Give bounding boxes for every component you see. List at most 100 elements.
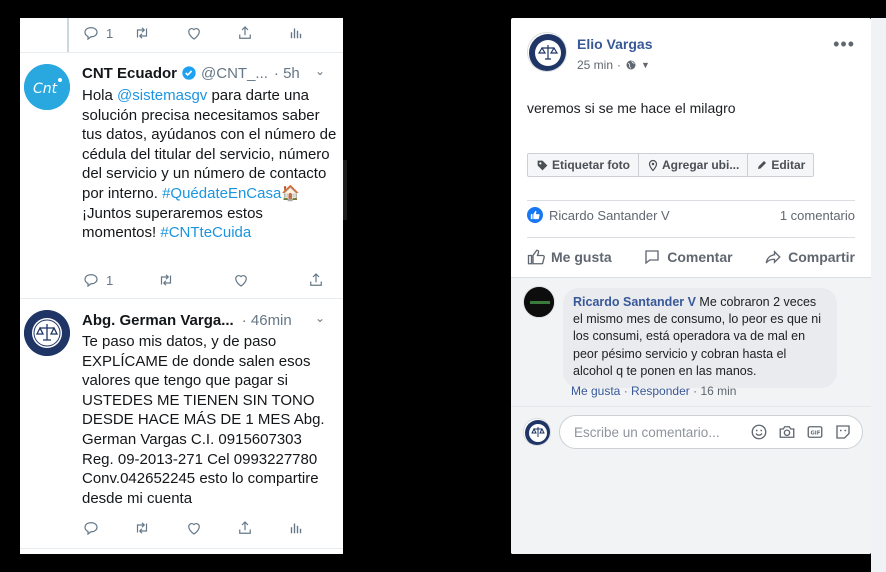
tweet-handle[interactable]: @CNT_... <box>201 65 268 82</box>
divider <box>527 237 855 238</box>
tweet-body: Te paso mis datos, y de paso EXPLÍCAME d… <box>82 333 325 507</box>
share-button[interactable] <box>236 24 276 42</box>
tweet-actions-top: 1 <box>82 22 327 44</box>
svg-text:GIF: GIF <box>811 431 821 437</box>
caret-down-icon[interactable]: ▼ <box>641 60 650 70</box>
retweet-icon <box>137 27 148 39</box>
thread-line <box>67 18 69 52</box>
share-arrow-icon <box>765 250 781 264</box>
reactions-summary[interactable]: Ricardo Santander V <box>527 207 670 223</box>
tweet-author-name[interactable]: Abg. German Varga... <box>82 312 234 329</box>
reply-button[interactable] <box>82 519 122 537</box>
tag-photo-button[interactable]: Etiquetar foto <box>528 154 639 176</box>
house-emoji-icon: 🏠 <box>281 184 301 202</box>
retweet-button[interactable] <box>133 519 173 537</box>
lawyer-avatar[interactable] <box>24 310 70 356</box>
hashtag-link[interactable]: #CNTteCuida <box>160 224 251 241</box>
share-button[interactable]: Compartir <box>764 246 855 268</box>
chevron-down-icon[interactable]: ⌄ <box>315 311 325 325</box>
camera-icon[interactable] <box>778 423 796 441</box>
cnt-avatar[interactable]: Cnt <box>24 64 70 110</box>
retweet-button[interactable] <box>133 24 173 42</box>
bar-seal-icon <box>24 310 70 356</box>
comment-count[interactable]: 1 comentario <box>780 208 855 223</box>
tweet-divider <box>20 548 343 549</box>
commenter-avatar[interactable] <box>523 286 555 318</box>
tweet-divider <box>20 52 343 53</box>
heart-icon <box>235 275 247 287</box>
tweet-time[interactable]: · 5h <box>274 65 300 82</box>
pencil-icon <box>758 161 767 169</box>
comment-author[interactable]: Ricardo Santander V <box>573 295 696 309</box>
share-button[interactable] <box>307 271 327 289</box>
reply-icon <box>84 27 98 41</box>
tweet-author-name[interactable]: CNT Ecuador <box>82 65 177 82</box>
facebook-post-panel: Elio Vargas 25 min · ▼ ••• veremos si se… <box>511 18 871 554</box>
photo-tag-toolbar: Etiquetar foto Agregar ubi... Editar <box>527 153 815 177</box>
reply-icon <box>84 522 98 536</box>
comment-input[interactable]: Escribe un comentario... GIF <box>559 415 863 449</box>
reply-icon <box>84 274 98 288</box>
retweet-icon <box>160 274 172 286</box>
comment-time[interactable]: 16 min <box>700 384 736 398</box>
thumbs-up-icon <box>527 249 545 265</box>
analytics-button[interactable] <box>287 24 327 42</box>
globe-icon[interactable] <box>625 59 637 71</box>
reply-button[interactable]: 1 <box>82 271 122 289</box>
like-label: Me gusta <box>551 249 612 265</box>
analytics-button[interactable] <box>287 519 327 537</box>
edit-button[interactable]: Editar <box>748 154 813 176</box>
like-button[interactable]: Me gusta <box>527 246 612 268</box>
current-user-avatar[interactable] <box>523 418 551 446</box>
share-button[interactable] <box>236 519 276 537</box>
mention-link[interactable]: @sistemasgv <box>117 87 207 104</box>
gif-icon[interactable]: GIF <box>806 423 824 441</box>
tweet-header: CNT Ecuador @CNT_... · 5h ⌄ <box>82 62 333 84</box>
comment-like-link[interactable]: Me gusta <box>571 384 620 398</box>
share-icon <box>238 521 251 534</box>
reply-count: 1 <box>106 25 114 41</box>
tag-icon <box>537 160 548 170</box>
bar-seal-icon <box>529 34 566 71</box>
tweet-body: Hola @sistemasgv para darte una solución… <box>82 86 337 243</box>
tweet-header: Abg. German Varga... · 46min ⌄ <box>82 309 333 331</box>
like-button[interactable] <box>185 24 225 42</box>
comment-actions: Me gusta · Responder · 16 min <box>571 384 737 398</box>
comment-button[interactable]: Comentar <box>643 246 733 268</box>
comment-input-tools: GIF <box>750 423 852 441</box>
share-icon <box>238 26 251 39</box>
scrollbar-thumb[interactable] <box>343 160 347 220</box>
share-label: Compartir <box>788 249 855 265</box>
tweet-divider <box>20 298 343 299</box>
tweet-actions: 1 <box>82 269 327 291</box>
tweet-actions <box>82 517 327 539</box>
like-button[interactable] <box>232 271 272 289</box>
verified-badge-icon <box>182 66 196 80</box>
post-action-bar: Me gusta Comentar Compartir <box>527 246 855 268</box>
location-pin-icon <box>648 159 658 171</box>
add-location-button[interactable]: Agregar ubi... <box>639 154 749 176</box>
tweet-time[interactable]: · 46min <box>242 312 292 329</box>
reply-button[interactable]: 1 <box>82 24 122 42</box>
more-options-icon[interactable]: ••• <box>833 34 855 55</box>
post-time[interactable]: 25 min <box>577 58 613 72</box>
analytics-icon <box>290 28 302 39</box>
add-location-label: Agregar ubi... <box>662 158 740 172</box>
edit-label: Editar <box>771 158 806 172</box>
chevron-down-icon[interactable]: ⌄ <box>315 64 325 78</box>
author-avatar[interactable] <box>527 32 567 72</box>
comment-reply-link[interactable]: Responder <box>631 384 690 398</box>
tag-photo-label: Etiquetar foto <box>552 158 630 172</box>
comment-bubble-icon <box>645 250 659 265</box>
comment-label: Comentar <box>667 249 733 265</box>
post-text: veremos si se me hace el milagro <box>527 100 736 116</box>
emoji-icon[interactable] <box>750 423 768 441</box>
share-icon <box>310 273 322 286</box>
heart-icon <box>187 523 200 535</box>
sticker-icon[interactable] <box>834 423 852 441</box>
retweet-button[interactable] <box>157 271 197 289</box>
hashtag-link[interactable]: #QuédateEnCasa <box>162 185 281 202</box>
post-meta: 25 min · ▼ <box>577 58 650 72</box>
like-button[interactable] <box>185 519 225 537</box>
post-author-name[interactable]: Elio Vargas <box>577 36 652 52</box>
